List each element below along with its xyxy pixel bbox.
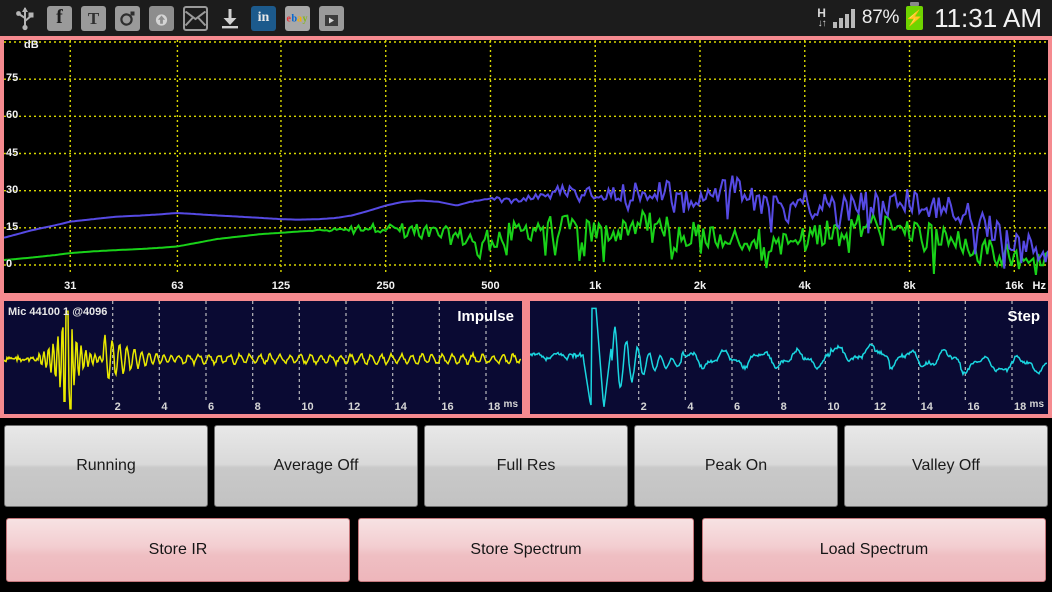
spectrum-y-unit-label: dB <box>24 39 39 51</box>
status-bar: f T <box>0 0 1052 36</box>
impulse-x-tick-12: 12 <box>348 401 360 413</box>
clock-label: 11:31 AM <box>930 3 1042 34</box>
impulse-x-tick-16: 16 <box>441 401 453 413</box>
download-icon <box>217 6 242 31</box>
data-arrows-icon: ↓↑ <box>818 19 826 29</box>
spectrum-y-tick-0: 0 <box>6 258 12 270</box>
instagram-icon <box>115 6 140 31</box>
impulse-x-tick-18: 18 <box>488 401 500 413</box>
text-app-icon: T <box>81 6 106 31</box>
impulse-panel[interactable]: Mic 44100 1 @4096 Impulse 2 4 6 8 10 12 14 16 18… <box>0 297 526 418</box>
spectrum-y-tick-15: 15 <box>6 221 18 233</box>
step-x-unit-label: ms <box>1030 399 1044 410</box>
impulse-x-tick-14: 14 <box>395 401 407 413</box>
impulse-x-tick-10: 10 <box>301 401 313 413</box>
usb-icon <box>12 5 38 31</box>
spectrum-x-tick-31: 31 <box>64 280 76 292</box>
network-type-icon: H ↓↑ <box>817 7 826 29</box>
spectrum-x-tick-125: 125 <box>272 280 290 292</box>
running-button[interactable]: Running <box>4 425 208 507</box>
impulse-meta-label: Mic 44100 1 @4096 <box>8 306 107 318</box>
store-spectrum-button[interactable]: Store Spectrum <box>358 518 694 582</box>
peak-button[interactable]: Peak On <box>634 425 838 507</box>
control-button-row: RunningAverage OffFull ResPeak OnValley … <box>0 421 1052 511</box>
signal-bars-icon <box>833 8 855 28</box>
linkedin-icon: in <box>251 6 276 31</box>
impulse-x-tick-4: 4 <box>161 401 167 413</box>
spectrum-graph-panel[interactable]: dB Hz 75 60 45 30 15 0 31 63 125 250 500 1k 2k 4k 8k 1… <box>0 36 1052 297</box>
step-title-label: Step <box>1007 308 1040 325</box>
impulse-x-tick-6: 6 <box>208 401 214 413</box>
spectrum-y-tick-30: 30 <box>6 184 18 196</box>
status-indicators: H ↓↑ 87% ⚡ 11:31 AM <box>817 3 1052 34</box>
spectrum-y-tick-45: 45 <box>6 147 18 159</box>
resolution-button[interactable]: Full Res <box>424 425 628 507</box>
impulse-x-tick-2: 2 <box>115 401 121 413</box>
average-button[interactable]: Average Off <box>214 425 418 507</box>
step-x-tick-10: 10 <box>827 401 839 413</box>
step-x-tick-2: 2 <box>641 401 647 413</box>
spectrum-y-tick-60: 60 <box>6 109 18 121</box>
notification-icons: f T <box>0 5 817 31</box>
spectrum-chart <box>4 40 1048 293</box>
spectrum-x-tick-1k: 1k <box>589 280 601 292</box>
impulse-x-unit-label: ms <box>504 399 518 410</box>
step-x-tick-4: 4 <box>687 401 693 413</box>
step-x-tick-14: 14 <box>921 401 933 413</box>
step-x-tick-6: 6 <box>734 401 740 413</box>
spectrum-plot-area[interactable] <box>4 40 1048 293</box>
analyzer-app: f T <box>0 0 1052 592</box>
spectrum-x-unit-label: Hz <box>1033 280 1046 292</box>
spectrum-y-tick-75: 75 <box>6 72 18 84</box>
spectrum-x-tick-250: 250 <box>377 280 395 292</box>
upload-icon <box>149 6 174 31</box>
store-ir-button[interactable]: Store IR <box>6 518 350 582</box>
action-button-row: Store IRStore SpectrumLoad Spectrum <box>0 513 1052 589</box>
facebook-icon: f <box>47 6 72 31</box>
svg-text:a: a <box>297 14 302 25</box>
step-x-tick-16: 16 <box>967 401 979 413</box>
mail-icon <box>183 6 208 31</box>
impulse-x-tick-8: 8 <box>255 401 261 413</box>
step-waveform <box>530 301 1048 414</box>
spectrum-x-tick-63: 63 <box>171 280 183 292</box>
spectrum-x-tick-2k: 2k <box>694 280 706 292</box>
step-x-tick-12: 12 <box>874 401 886 413</box>
step-x-tick-8: 8 <box>781 401 787 413</box>
spectrum-x-tick-8k: 8k <box>903 280 915 292</box>
valley-button[interactable]: Valley Off <box>844 425 1048 507</box>
impulse-title-label: Impulse <box>457 308 514 325</box>
spectrum-x-tick-500: 500 <box>481 280 499 292</box>
load-spectrum-button[interactable]: Load Spectrum <box>702 518 1046 582</box>
step-x-tick-18: 18 <box>1014 401 1026 413</box>
battery-charging-icon: ⚡ <box>906 6 923 30</box>
impulse-step-row: Mic 44100 1 @4096 Impulse 2 4 6 8 10 12 14 16 18… <box>0 297 1052 418</box>
svg-text:y: y <box>302 14 307 25</box>
spectrum-x-tick-4k: 4k <box>799 280 811 292</box>
step-panel[interactable]: Step 2 4 6 8 10 12 14 16 18 ms <box>526 297 1052 418</box>
battery-percent-label: 87% <box>862 7 899 29</box>
ebay-icon: e b a y <box>285 6 310 31</box>
play-store-icon <box>319 6 344 31</box>
spectrum-x-tick-16k: 16k <box>1005 280 1023 292</box>
